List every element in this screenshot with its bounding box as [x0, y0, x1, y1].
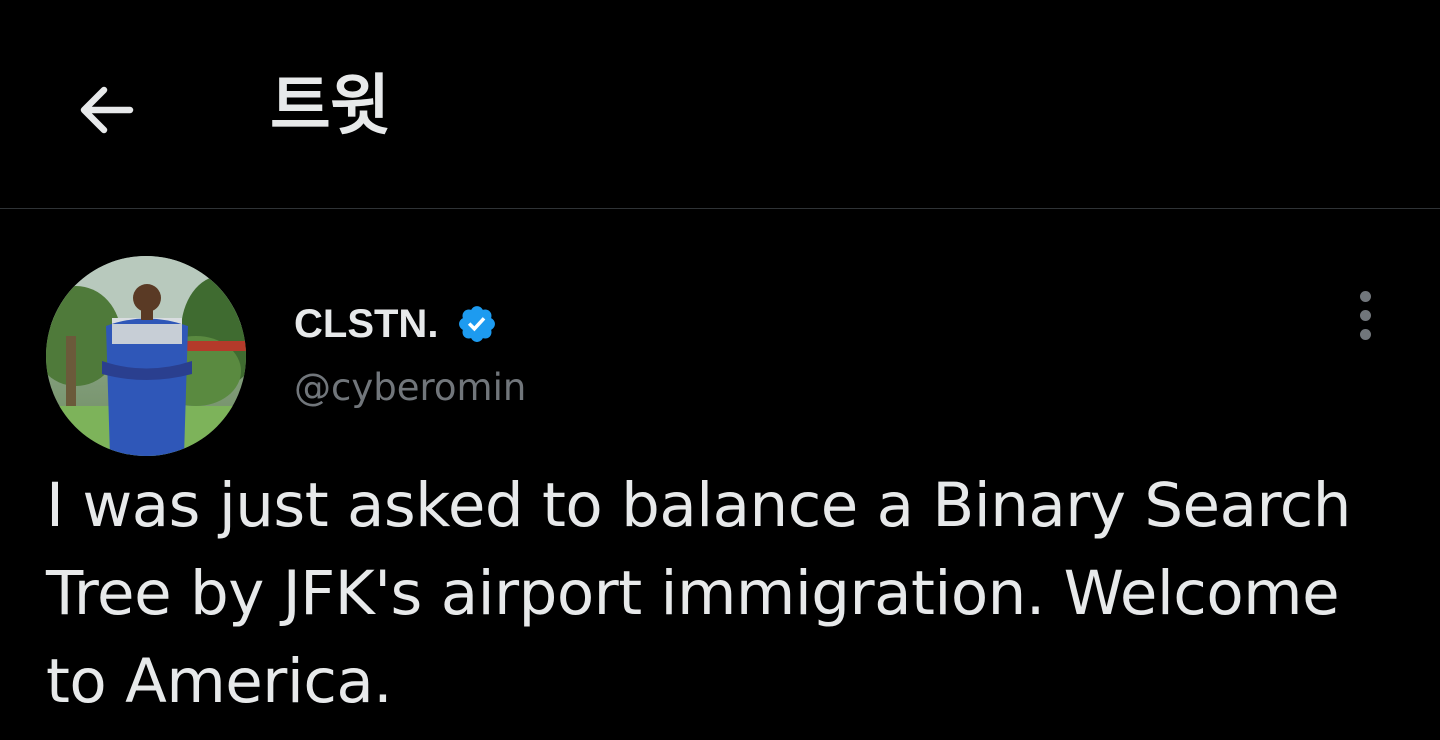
tweet-text: I was just asked to balance a Binary Sea… [46, 470, 1351, 717]
page-title: 트윗 [270, 67, 390, 144]
verified-badge-icon [459, 306, 496, 342]
top-bar: 트윗 [0, 0, 1440, 209]
display-name[interactable]: CLSTN. [294, 302, 438, 347]
arrow-left-icon [80, 86, 134, 134]
avatar-photo [46, 256, 246, 456]
avatar[interactable] [46, 256, 246, 456]
author-handle[interactable]: @cyberomin [294, 366, 526, 409]
author-name-row[interactable]: CLSTN. [294, 294, 498, 354]
more-vertical-icon [1359, 290, 1371, 302]
more-dot [1359, 309, 1371, 321]
more-options-button[interactable] [1335, 282, 1395, 348]
more-dot [1359, 328, 1371, 340]
back-button[interactable] [68, 72, 144, 148]
